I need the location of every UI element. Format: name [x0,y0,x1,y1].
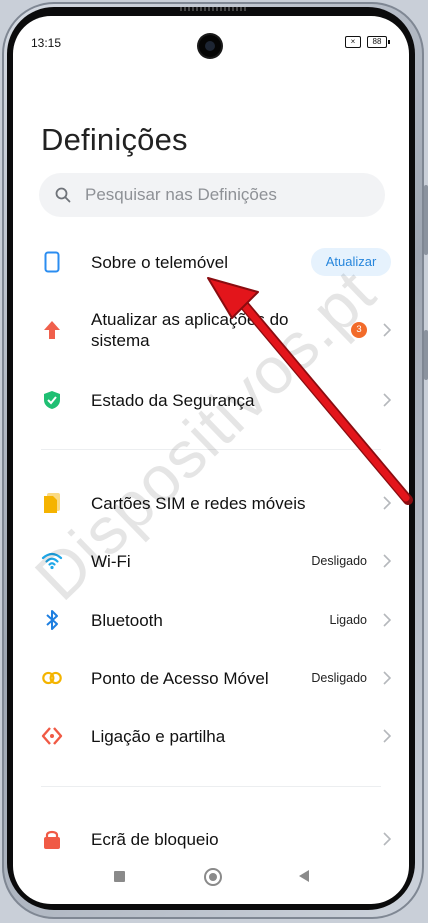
settings-item-system-apps-update[interactable]: Atualizar as aplicações do sistema 3 [13,304,409,356]
label-line-2: sistema [91,331,150,350]
front-camera [199,35,221,57]
settings-item-connection-sharing[interactable]: Ligação e partilha [13,710,409,762]
settings-item-sim-cards[interactable]: Cartões SIM e redes móveis [13,477,409,529]
settings-item-hotspot[interactable]: Ponto de Acesso Móvel Desligado [13,652,409,704]
update-button[interactable]: Atualizar [311,248,391,276]
lock-icon [41,828,63,850]
search-icon [55,187,71,203]
chevron-right-icon [383,554,391,568]
chevron-right-icon [383,671,391,685]
search-input[interactable]: Pesquisar nas Definições [39,173,385,217]
hotspot-status: Desligado [311,671,367,685]
sim-card-icon [41,492,63,514]
power-button [424,330,428,380]
wifi-icon [41,550,63,572]
phone-icon [41,251,63,273]
volume-button [424,185,428,255]
settings-item-label: Bluetooth [91,610,163,630]
notification-badge: 3 [351,322,367,338]
settings-item-about-phone[interactable]: Sobre o telemóvel Atualizar [13,236,409,288]
earpiece-speaker [180,7,246,11]
label-line-1: Atualizar as aplicações do [91,310,289,329]
chevron-right-icon [383,393,391,407]
chevron-right-icon [383,832,391,846]
wifi-status: Desligado [311,554,367,568]
home-button[interactable] [204,868,222,886]
bluetooth-status: Ligado [329,613,367,627]
chevron-right-icon [383,496,391,510]
arrow-up-icon [41,319,63,341]
connection-sharing-icon [41,725,63,747]
chevron-right-icon [383,323,391,337]
page-title: Definições [41,122,188,157]
status-bar: 13:15 × 88 [13,16,409,57]
settings-item-label: Wi-Fi [91,551,131,571]
settings-item-label: Ecrã de bloqueio [91,829,219,849]
settings-item-label: Cartões SIM e redes móveis [91,493,306,513]
settings-item-label: Sobre o telemóvel [91,252,229,272]
settings-item-label: Ligação e partilha [91,726,226,746]
no-sim-icon: × [345,36,361,48]
recent-apps-button[interactable] [114,871,125,882]
settings-item-wifi[interactable]: Wi-Fi Desligado [13,535,409,587]
section-divider [41,449,381,450]
chevron-right-icon [383,729,391,743]
bluetooth-icon [41,609,63,631]
settings-item-security-status[interactable]: Estado da Segurança [13,374,409,426]
settings-item-bluetooth[interactable]: Bluetooth Ligado [13,594,409,646]
settings-item-label: Ponto de Acesso Móvel [91,668,269,688]
battery-icon: 88 [367,36,390,48]
settings-item-label: Atualizar as aplicações do sistema [91,309,289,351]
section-divider [41,786,381,787]
settings-item-label: Estado da Segurança [91,390,255,410]
settings-item-lock-screen[interactable]: Ecrã de bloqueio [13,813,409,865]
status-icons: × 88 [345,36,390,48]
hotspot-icon [41,667,63,689]
battery-level: 88 [372,37,382,46]
chevron-right-icon [383,613,391,627]
search-placeholder: Pesquisar nas Definições [85,185,277,204]
shield-icon [41,389,63,411]
screen: 13:15 × 88 Definições Pesquisar nas Defi… [13,16,409,904]
status-time: 13:15 [31,36,62,50]
back-button[interactable] [299,870,309,882]
navigation-bar [13,861,409,891]
